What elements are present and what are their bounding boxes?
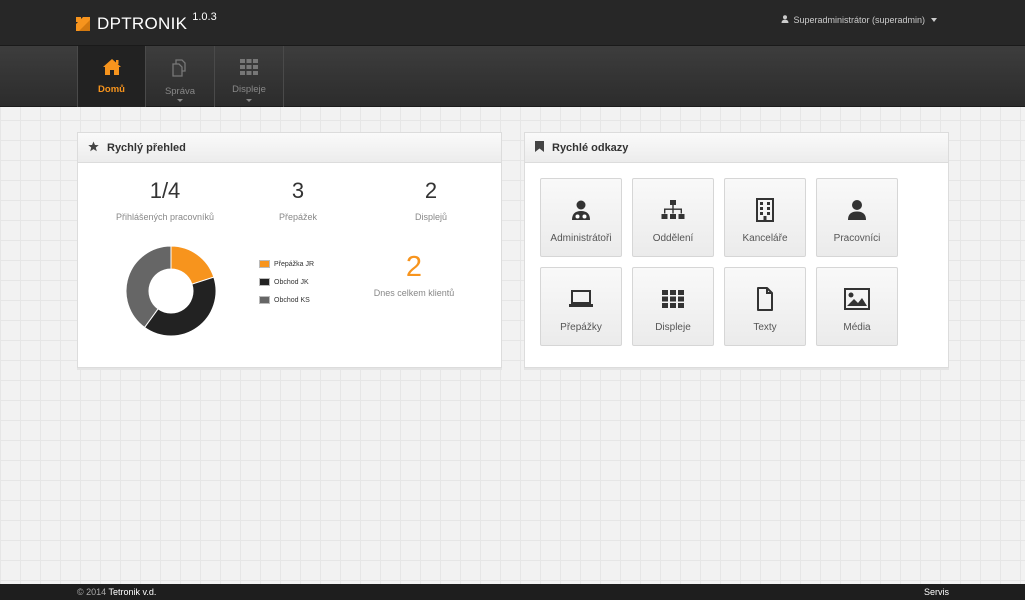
stat-displays: 2 Displejů — [361, 178, 501, 222]
legend-item: Obchod JK — [259, 273, 314, 291]
stat-label: Přihlášených pracovníků — [115, 212, 215, 222]
quick-links-grid: Administrátoři Oddělení Kanceláře Pracov… — [540, 178, 898, 346]
legend-item: Přepážka JR — [259, 255, 314, 273]
stat-value: 2 — [405, 251, 423, 283]
user-icon — [781, 15, 789, 25]
user-menu[interactable]: Superadministrátor (superadmin) — [781, 15, 937, 25]
bookmark-icon — [535, 140, 544, 155]
chevron-down-icon — [931, 18, 937, 22]
stat-label: Dnes celkem klientů — [373, 288, 455, 298]
stat-value: 1/4 — [149, 178, 181, 203]
chevron-down-icon — [246, 99, 252, 102]
brand-logo-icon — [76, 17, 90, 31]
tile-label: Přepážky — [560, 322, 602, 333]
tile-label: Oddělení — [652, 233, 694, 244]
footer-service-link[interactable]: Servis — [924, 587, 949, 597]
legend-item: Obchod KS — [259, 291, 314, 309]
stat-value: 3 — [291, 178, 305, 203]
laptop-icon — [568, 286, 594, 312]
user-icon — [844, 197, 870, 223]
stat-counters: 3 Přepážek — [228, 178, 368, 222]
legend-swatch — [259, 260, 270, 268]
image-icon — [844, 286, 870, 312]
nav-item-label: Displeje — [232, 84, 266, 95]
stat-today-clients: 2 Dnes celkem klientů — [344, 251, 484, 298]
panel-title: Rychlý přehled — [107, 141, 186, 154]
legend-label: Obchod JK — [274, 278, 309, 286]
overview-panel: Rychlý přehled 1/4 Přihlášených pracovní… — [77, 132, 502, 368]
link-workers[interactable]: Pracovníci — [816, 178, 898, 257]
stat-label: Přepážek — [278, 212, 318, 222]
grid-icon — [660, 286, 686, 312]
legend-label: Obchod KS — [274, 296, 310, 304]
sitemap-icon — [660, 197, 686, 223]
tile-label: Administrátoři — [550, 233, 612, 244]
stat-label: Displejů — [414, 212, 447, 222]
file-icon — [752, 286, 778, 312]
app-version: 1.0.3 — [192, 11, 217, 23]
link-texts[interactable]: Texty — [724, 267, 806, 346]
main-nav: Domů Správa Displeje — [0, 46, 1025, 107]
nav-item-home[interactable]: Domů — [77, 46, 146, 107]
nav-item-label: Správa — [164, 86, 196, 97]
user-menu-label: Superadministrátor (superadmin) — [793, 15, 925, 25]
link-administrators[interactable]: Administrátoři — [540, 178, 622, 257]
nav-item-label: Domů — [98, 84, 125, 95]
legend-swatch — [259, 278, 270, 286]
link-displays[interactable]: Displeje — [632, 267, 714, 346]
home-icon — [102, 58, 122, 79]
quick-links-panel: Rychlé odkazy Administrátoři Oddělení Ka… — [524, 132, 949, 368]
nav-item-sprava[interactable]: Správa — [146, 46, 215, 107]
legend-label: Přepážka JR — [274, 260, 315, 268]
donut-slice-0 — [170, 245, 215, 285]
chart-legend: Přepážka JR Obchod JK Obchod KS — [259, 255, 314, 309]
link-counters[interactable]: Přepážky — [540, 267, 622, 346]
company-name[interactable]: Tetronik v.d. — [109, 587, 157, 597]
link-departments[interactable]: Oddělení — [632, 178, 714, 257]
stat-value: 2 — [424, 178, 438, 203]
tile-label: Displeje — [655, 322, 691, 333]
link-offices[interactable]: Kanceláře — [724, 178, 806, 257]
footer-copyright: © 2014 Tetronik v.d. — [77, 587, 156, 597]
documents-icon — [170, 58, 190, 81]
link-media[interactable]: Média — [816, 267, 898, 346]
panel-header: Rychlý přehled — [78, 133, 501, 163]
chevron-down-icon — [177, 99, 183, 102]
tile-label: Pracovníci — [833, 233, 881, 244]
panel-title: Rychlé odkazy — [552, 141, 629, 154]
building-icon — [752, 197, 778, 223]
grid-icon — [239, 58, 259, 79]
stat-logged-workers: 1/4 Přihlášených pracovníků — [95, 178, 235, 222]
brand-name: DPTRONIK — [97, 14, 188, 33]
panel-header: Rychlé odkazy — [525, 133, 948, 163]
clients-donut-chart — [125, 245, 217, 337]
top-bar: DPTRONIK 1.0.3 Superadministrátor (super… — [0, 0, 1025, 46]
legend-swatch — [259, 296, 270, 304]
brand[interactable]: DPTRONIK 1.0.3 — [76, 11, 217, 34]
tile-label: Texty — [753, 322, 777, 333]
footer: © 2014 Tetronik v.d. Servis — [0, 584, 1025, 600]
copyright-text: © 2014 — [77, 587, 107, 597]
nav-item-displeje[interactable]: Displeje — [215, 46, 284, 107]
tile-label: Kanceláře — [742, 233, 788, 244]
tile-label: Média — [843, 322, 871, 333]
star-icon — [88, 140, 99, 155]
user-md-icon — [568, 197, 594, 223]
